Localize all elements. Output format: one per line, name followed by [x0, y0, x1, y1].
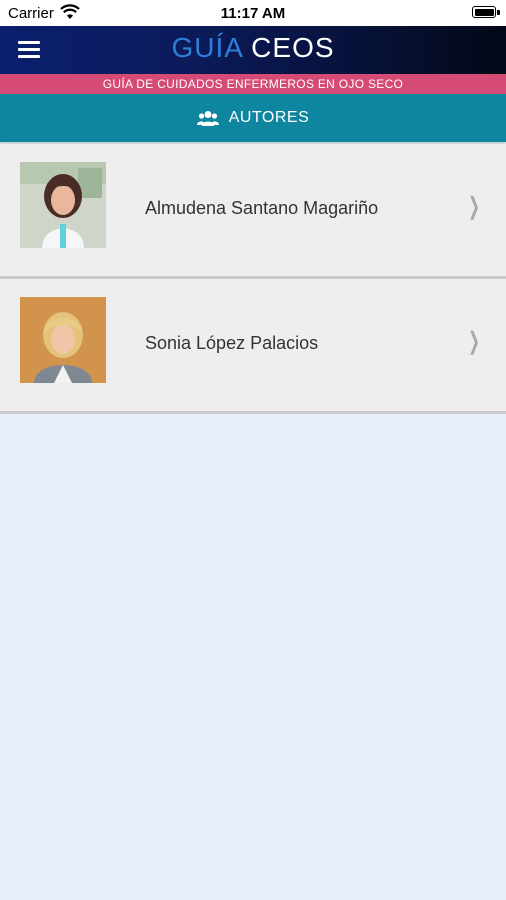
author-list: Almudena Santano Magariño ❯ Sonia López …	[0, 144, 506, 414]
author-name: Sonia López Palacios	[145, 333, 319, 353]
author-name: Almudena Santano Magariño	[145, 198, 379, 218]
group-icon	[196, 111, 219, 126]
subtitle-bar: GUÍA DE CUIDADOS ENFERMEROS EN OJO SECO	[0, 74, 506, 94]
battery-tip	[497, 10, 500, 15]
status-time: 11:17 AM	[220, 5, 286, 22]
status-bar: Carrier 11:17 AM	[0, 0, 506, 26]
author-row-sonia[interactable]: Sonia López Palacios ❯	[0, 279, 506, 414]
author-row-almudena[interactable]: Almudena Santano Magariño ❯	[0, 144, 506, 279]
nav-bar: GUÍA CEOS	[0, 26, 506, 74]
author-photo	[20, 297, 106, 383]
app-title: GUÍA CEOS	[0, 32, 506, 64]
app-title-guia: GUÍA	[171, 32, 243, 63]
app-title-ceos: CEOS	[251, 32, 335, 63]
chevron-right-icon: ❯	[467, 328, 480, 355]
section-label: AUTORES	[228, 109, 310, 126]
chevron-right-icon: ❯	[467, 193, 480, 220]
battery-icon	[472, 6, 496, 18]
author-photo	[20, 162, 106, 248]
section-header-autores: AUTORES	[0, 94, 506, 142]
